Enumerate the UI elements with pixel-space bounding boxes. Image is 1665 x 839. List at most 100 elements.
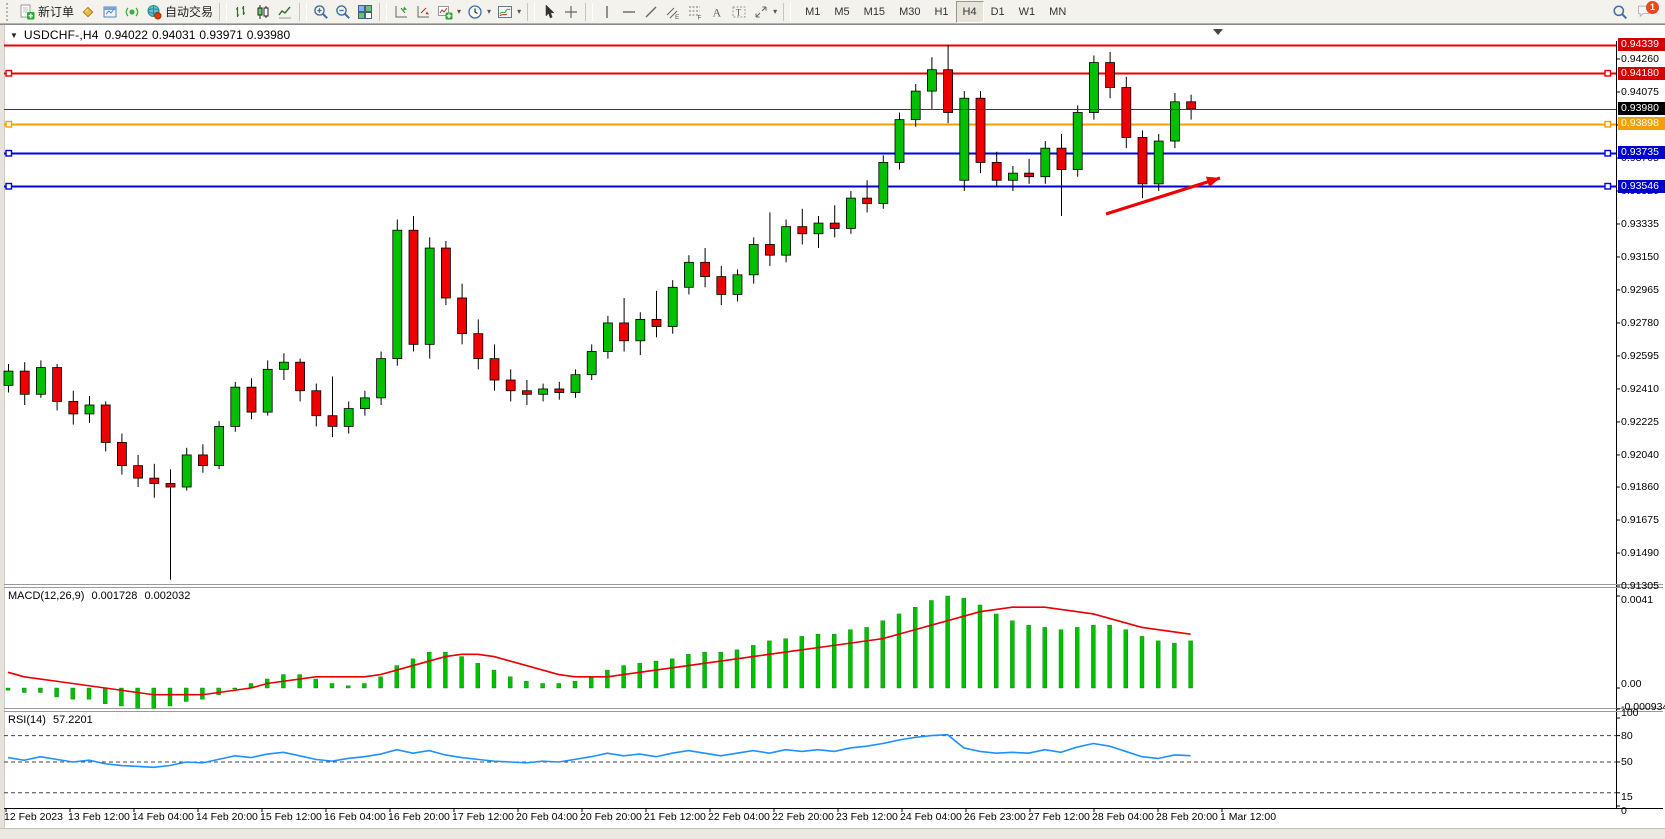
dropdown-caret-icon: ▾ [517, 7, 521, 16]
chart-title[interactable]: ▼ USDCHF-,H4 0.94022 0.94031 0.93971 0.9… [10, 28, 290, 42]
new-order-icon [19, 4, 35, 20]
timeframe-m15-button[interactable]: M15 [857, 1, 892, 23]
timeframe-mn-button[interactable]: MN [1042, 1, 1073, 23]
time-axis-label: 15 Feb 12:00 [260, 811, 322, 823]
mt4-terminal: 新订单 自动交易 [0, 0, 1665, 839]
rsi-pane-splitter[interactable] [0, 708, 1665, 711]
rsi-tick-label: 80 [1621, 730, 1633, 742]
price-tick-label: 0.91675 [1621, 514, 1659, 526]
cursor-tool-button[interactable] [538, 2, 560, 22]
autotrading-icon [146, 4, 162, 20]
price-tick-label: 0.93150 [1621, 251, 1659, 263]
fibonacci-tool-button[interactable]: F [684, 2, 706, 22]
time-axis-label: 13 Feb 12:00 [68, 811, 130, 823]
templates-button[interactable]: ▾ [494, 2, 524, 22]
price-badge: 0.93898 [1618, 117, 1665, 130]
svg-text:T: T [736, 7, 742, 17]
price-tick-label: 0.92595 [1621, 350, 1659, 362]
crosshair-icon [563, 4, 579, 20]
symbol-period: USDCHF-,H4 [24, 28, 99, 42]
price-tick-label: 0.93335 [1621, 218, 1659, 230]
time-axis-label: 1 Mar 12:00 [1220, 811, 1276, 823]
indicators-button[interactable]: ▾ [434, 2, 464, 22]
svg-text:E: E [675, 14, 680, 20]
price-tick-label: 0.91860 [1621, 481, 1659, 493]
toolbar-separator [527, 3, 535, 21]
candlestick-chart-button[interactable] [252, 2, 274, 22]
zoom-in-button[interactable] [310, 2, 332, 22]
svg-text:A: A [713, 5, 722, 19]
price-tick-label: 0.92410 [1621, 383, 1659, 395]
price-badge: 0.93735 [1618, 146, 1665, 159]
dropdown-caret-icon: ▾ [487, 7, 491, 16]
cursor-icon [541, 4, 557, 20]
signals-button[interactable] [121, 2, 143, 22]
arrows-tool-button[interactable]: ▾ [750, 2, 780, 22]
timeframe-m30-button[interactable]: M30 [892, 1, 927, 23]
macd-pane-splitter[interactable] [0, 584, 1665, 587]
zoom-out-icon [335, 4, 351, 20]
tile-windows-icon [357, 4, 373, 20]
rsi-tick-label: 50 [1621, 756, 1633, 768]
market-watch-icon [80, 4, 96, 20]
price-tick-label: 0.92965 [1621, 284, 1659, 296]
equidistant-channel-icon: E [665, 4, 681, 20]
price-badge: 0.93980 [1618, 102, 1665, 115]
timeframe-d1-button[interactable]: D1 [984, 1, 1012, 23]
vertical-line-icon [599, 4, 615, 20]
channel-tool-button[interactable]: E [662, 2, 684, 22]
auto-arrange-button[interactable] [390, 2, 412, 22]
search-button[interactable] [1609, 2, 1631, 22]
new-order-button[interactable]: 新订单 [16, 2, 77, 22]
zoom-in-icon [313, 4, 329, 20]
text-label-icon: T [731, 4, 747, 20]
time-axis-label: 22 Feb 04:00 [708, 811, 770, 823]
rsi-tick-label: 100 [1621, 707, 1639, 719]
horizontal-line-tool-button[interactable] [618, 2, 640, 22]
time-axis-label: 23 Feb 12:00 [836, 811, 898, 823]
ohlc-open: 0.94022 [105, 28, 148, 42]
timeframe-m5-button[interactable]: M5 [827, 1, 856, 23]
line-chart-button[interactable] [274, 2, 296, 22]
arrows-icon [753, 4, 769, 20]
timeframe-h4-button[interactable]: H4 [956, 1, 984, 23]
market-watch-button[interactable] [77, 2, 99, 22]
text-label-tool-button[interactable]: T [728, 2, 750, 22]
bar-chart-button[interactable] [230, 2, 252, 22]
tile-windows-button[interactable] [354, 2, 376, 22]
time-axis-label: 20 Feb 04:00 [516, 811, 578, 823]
timeframe-m1-button[interactable]: M1 [798, 1, 827, 23]
chart-window-icon [102, 4, 118, 20]
price-tick-label: 0.92780 [1621, 317, 1659, 329]
dropdown-caret-icon: ▾ [457, 7, 461, 16]
time-axis-label: 21 Feb 12:00 [644, 811, 706, 823]
time-axis-label: 28 Feb 04:00 [1092, 811, 1154, 823]
chart-window-button[interactable] [99, 2, 121, 22]
price-tick-label: 0.92225 [1621, 416, 1659, 428]
vertical-line-tool-button[interactable] [596, 2, 618, 22]
price-tick-label: 0.94075 [1621, 86, 1659, 98]
time-axis-label: 27 Feb 12:00 [1028, 811, 1090, 823]
zoom-out-button[interactable] [332, 2, 354, 22]
time-axis-label: 20 Feb 20:00 [580, 811, 642, 823]
notifications-button[interactable]: 1 [1637, 3, 1657, 21]
macd-tick-label: 0.00 [1621, 678, 1641, 690]
price-tick-label: 0.91490 [1621, 547, 1659, 559]
clock-icon [467, 4, 483, 20]
search-icon [1612, 4, 1628, 20]
price-tick-label: 0.94260 [1621, 53, 1659, 65]
dropdown-caret-icon: ▾ [773, 7, 777, 16]
timeframe-w1-button[interactable]: W1 [1012, 1, 1043, 23]
time-axis-label: 16 Feb 20:00 [388, 811, 450, 823]
crosshair-tool-button[interactable] [560, 2, 582, 22]
toolbar-separator [585, 3, 593, 21]
text-tool-button[interactable]: A [706, 2, 728, 22]
chart-shift-button[interactable] [412, 2, 434, 22]
trendline-tool-button[interactable] [640, 2, 662, 22]
toolbar-grip[interactable] [6, 3, 13, 21]
timeframe-h1-button[interactable]: H1 [927, 1, 955, 23]
autotrading-button[interactable]: 自动交易 [143, 2, 216, 22]
chart-canvas[interactable] [0, 24, 1665, 839]
trendline-icon [643, 4, 659, 20]
periods-button[interactable]: ▾ [464, 2, 494, 22]
